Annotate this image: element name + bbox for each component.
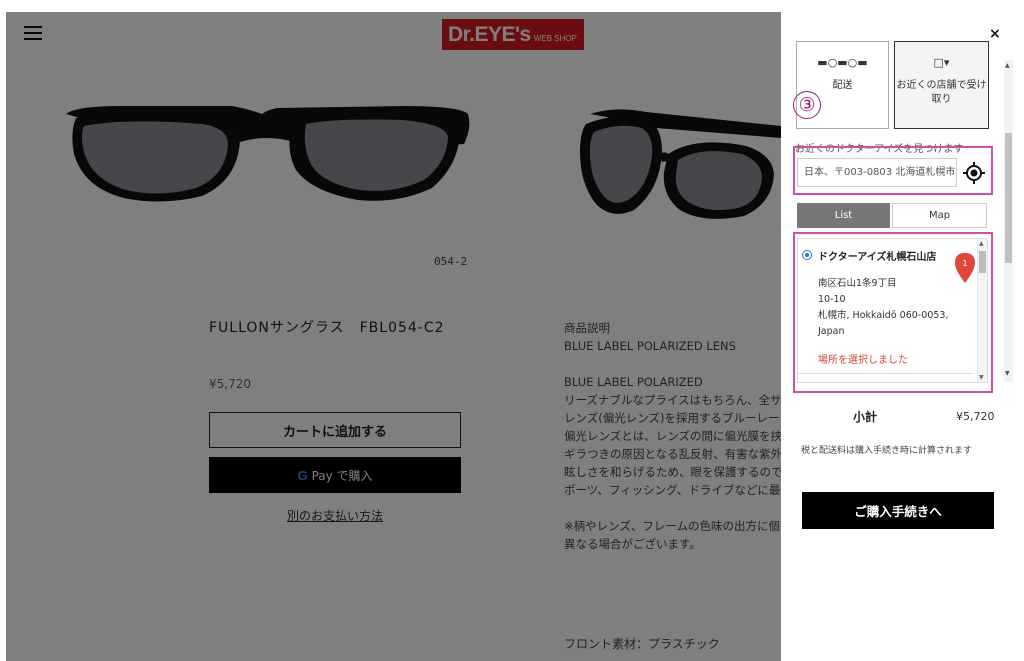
modal-overlay[interactable] [6, 12, 781, 661]
store-pickup-icon: □▾ [933, 56, 950, 69]
product-page: Dr.EYE's WEB SHOP 054-2 FULLONサングラス FBL0… [6, 12, 781, 661]
store-address: 南区石山1条9丁目 10-10 札幌市, Hokkaidō 060-0053, … [818, 278, 949, 337]
subtotal-label: 小計 [853, 410, 878, 424]
truck-icon: ▬○▬○▬ [817, 56, 868, 69]
store-name[interactable]: ドクターアイズ札幌石山店 [818, 248, 936, 263]
step-number-badge: ③ [793, 91, 821, 119]
location-search-input[interactable]: 日本、〒003-0803 北海道札幌市 [797, 158, 957, 187]
drawer-scroll-thumb[interactable] [1005, 133, 1012, 263]
scroll-up-arrow-icon[interactable]: ▲ [1005, 62, 1010, 69]
tab-map[interactable]: Map [892, 203, 987, 228]
delivery-option-pickup[interactable]: □▾ お近くの店舗で受け取り [894, 41, 989, 129]
tax-note: 税と配送料は購入手続き時に計算されます [801, 446, 973, 456]
crosshair-locate-icon[interactable] [962, 161, 986, 185]
map-pin-number: 1 [962, 259, 967, 268]
delivery-option-label: 配送 [832, 80, 853, 91]
close-icon[interactable]: × [989, 26, 1001, 42]
store-list: ドクターアイズ札幌石山店 南区石山1条9丁目 10-10 札幌市, Hokkai… [797, 238, 988, 383]
scroll-down-arrow-icon[interactable]: ▼ [1005, 370, 1010, 377]
location-search-value: 日本、〒003-0803 北海道札幌市 [804, 167, 956, 178]
store-list-scroll-thumb[interactable] [979, 251, 986, 273]
list-scroll-up-icon[interactable]: ▲ [979, 240, 984, 247]
map-pin-icon: 1 [955, 253, 975, 283]
store-selected-status: 場所を選択しました [818, 355, 908, 366]
tab-list[interactable]: List [797, 203, 890, 228]
subtotal-value: ¥5,720 [956, 410, 995, 423]
delivery-option-label: お近くの店舗で受け取り [896, 80, 987, 105]
checkout-button[interactable]: ご購入手続きへ [802, 492, 994, 529]
store-radio-button[interactable] [802, 250, 812, 260]
list-divider [798, 373, 974, 374]
list-scroll-down-icon[interactable]: ▼ [979, 374, 984, 381]
cart-drawer: × ▬○▬○▬ 配送 □▾ お近くの店舗で受け取り ▲ ▼ ③ お近くのドクター… [781, 0, 1024, 661]
